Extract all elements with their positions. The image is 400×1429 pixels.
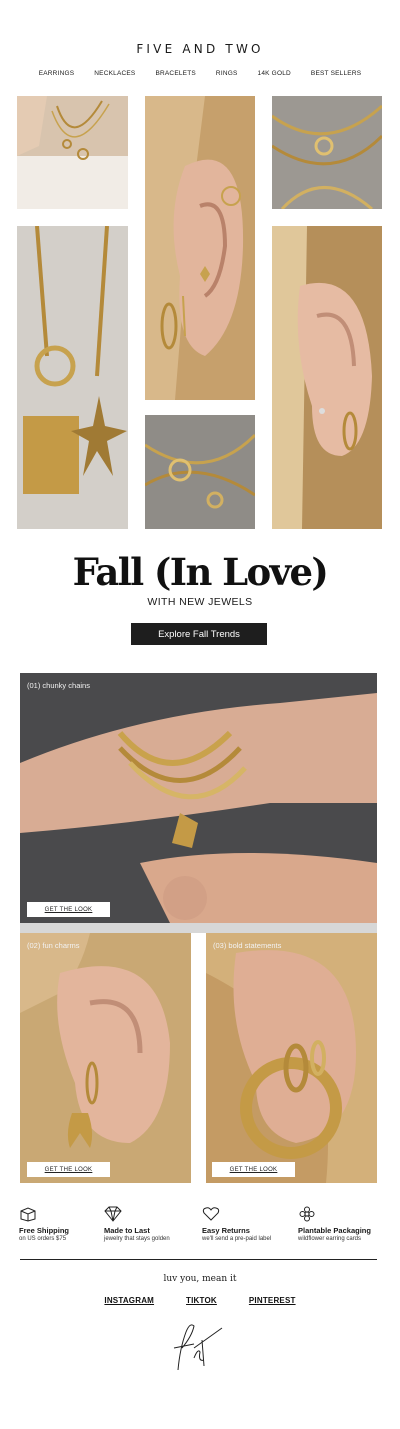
ear-photo-one[interactable]	[145, 96, 255, 400]
ear-photo-two[interactable]	[272, 226, 382, 529]
feature-title: Made to Last	[104, 1226, 150, 1235]
feature-title: Free Shipping	[19, 1226, 70, 1235]
nav-best-sellers[interactable]: BEST SELLERS	[301, 70, 371, 77]
explore-fall-trends-button[interactable]: Explore Fall Trends	[131, 623, 267, 645]
feature-subtitle: on US orders $75	[19, 1236, 67, 1242]
nav-rings[interactable]: RINGS	[206, 70, 248, 77]
feature-title: Plantable Packaging	[298, 1226, 371, 1235]
chains-photo-two[interactable]	[145, 415, 255, 529]
necklace-photo[interactable]	[17, 96, 128, 209]
social-links: INSTAGRAM TIKTOK PINTEREST	[0, 1296, 400, 1305]
nav-bracelets[interactable]: BRACELETS	[145, 70, 205, 77]
get-the-look-button[interactable]: GET THE LOOK	[27, 902, 110, 917]
feature-subtitle: wildflower earring cards	[298, 1236, 362, 1242]
instagram-link[interactable]: INSTAGRAM	[104, 1296, 154, 1305]
trend-label-fun-charms: (02) fun charms	[27, 941, 80, 950]
trend-label-bold-statements: (03) bold statements	[213, 941, 282, 950]
divider-bar	[20, 923, 377, 933]
footer-divider	[20, 1259, 377, 1260]
box-icon	[20, 1207, 36, 1222]
nav-earrings[interactable]: EARRINGS	[29, 70, 85, 77]
hero-subtitle: WITH NEW JEWELS	[147, 596, 253, 608]
trend-tile-fun-charms[interactable]: (02) fun charms GET THE LOOK	[20, 933, 191, 1183]
feature-subtitle: we'll send a pre-paid label	[202, 1236, 272, 1242]
feature-easy-returns: Easy Returns we'll send a pre-paid label	[202, 1206, 292, 1242]
flower-icon	[299, 1206, 315, 1222]
pendants-photo[interactable]	[17, 226, 128, 529]
main-nav: EARRINGS NECKLACES BRACELETS RINGS 14K G…	[0, 70, 400, 77]
nav-14k-gold[interactable]: 14K GOLD	[248, 70, 301, 77]
hero-title: Fall (In Love)	[72, 550, 329, 594]
feature-subtitle: jewelry that stays golden	[104, 1236, 170, 1242]
signature-logo	[173, 1324, 223, 1371]
nav-necklaces[interactable]: NECKLACES	[84, 70, 145, 77]
diamond-icon	[104, 1206, 122, 1222]
feature-free-shipping: Free Shipping on US orders $75	[19, 1206, 109, 1242]
feature-title: Easy Returns	[202, 1226, 250, 1235]
trend-tile-chunky-chains[interactable]: (01) chunky chains GET THE LOOK	[20, 673, 377, 923]
brand-logo[interactable]: FIVE AND TWO	[0, 42, 400, 56]
pinterest-link[interactable]: PINTEREST	[249, 1296, 296, 1305]
tiktok-link[interactable]: TIKTOK	[186, 1296, 217, 1305]
heart-icon	[202, 1207, 220, 1221]
footer-tagline: luv you, mean it	[163, 1274, 237, 1284]
trend-tile-bold-statements[interactable]: (03) bold statements GET THE LOOK	[206, 933, 377, 1183]
trend-label-chunky-chains: (01) chunky chains	[27, 681, 90, 690]
get-the-look-button[interactable]: GET THE LOOK	[212, 1162, 295, 1177]
chains-photo[interactable]	[272, 96, 382, 209]
get-the-look-button[interactable]: GET THE LOOK	[27, 1162, 110, 1177]
feature-made-to-last: Made to Last jewelry that stays golden	[104, 1206, 194, 1242]
feature-plantable-packaging: Plantable Packaging wildflower earring c…	[298, 1206, 388, 1242]
